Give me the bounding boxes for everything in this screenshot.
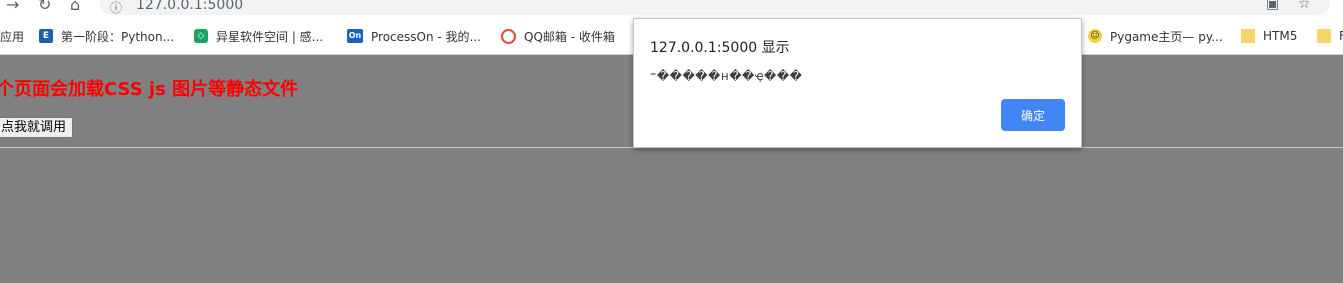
translate-icon[interactable]: ▣ bbox=[1266, 0, 1279, 12]
processon-icon: On bbox=[347, 29, 363, 43]
folder-icon bbox=[1241, 29, 1255, 43]
bookmark-label: 第一阶段：Python... bbox=[61, 29, 175, 44]
alert-dialog: 127.0.0.1:5000 显示 ⁼�����н��ҿ��� 确定 bbox=[633, 18, 1082, 148]
bookmark-e-icon: E bbox=[39, 29, 53, 43]
dialog-message: ⁼�����н��ҿ��� bbox=[650, 69, 803, 83]
bookmark-processon[interactable]: On ProcessOn - 我的... bbox=[347, 27, 481, 45]
bookmark-python-stage[interactable]: E 第一阶段：Python... bbox=[39, 27, 174, 45]
qqmail-icon bbox=[501, 28, 516, 44]
bookmark-qqmail[interactable]: QQ邮箱 - 收件箱 bbox=[501, 27, 615, 45]
call-button[interactable]: 点我就调用 bbox=[0, 117, 74, 138]
browser-toolbar: → ↻ ⌂ ⓘ 127.0.0.1:5000 ▣ ☆ bbox=[0, 0, 1343, 17]
address-url[interactable]: 127.0.0.1:5000 bbox=[136, 0, 243, 13]
page-heading: 个页面会加载CSS js 图片等静态文件 bbox=[0, 79, 299, 100]
bookmark-yixing[interactable]: ◇ 异星软件空间 | 感... bbox=[194, 27, 323, 45]
info-icon[interactable]: ⓘ bbox=[110, 0, 122, 16]
folder-icon bbox=[1317, 29, 1331, 43]
bookmark-shield-icon: ◇ bbox=[194, 29, 208, 43]
bookmark-apps[interactable]: 应用 bbox=[0, 27, 24, 45]
bookmark-label: HTM5 bbox=[1263, 29, 1298, 43]
bookmark-label: F bbox=[1339, 29, 1343, 43]
bookmark-label: Pygame主页— py... bbox=[1110, 29, 1223, 44]
forward-arrow-icon[interactable]: → bbox=[6, 0, 19, 14]
bookmark-folder-htm5[interactable]: HTM5 bbox=[1241, 27, 1297, 45]
pygame-icon: ☺ bbox=[1088, 29, 1102, 43]
bookmark-label: 应用 bbox=[0, 29, 25, 44]
address-bar[interactable]: ⓘ 127.0.0.1:5000 bbox=[100, 0, 1330, 15]
dialog-title: 127.0.0.1:5000 显示 bbox=[650, 40, 790, 56]
home-icon[interactable]: ⌂ bbox=[70, 0, 80, 14]
ok-button[interactable]: 确定 bbox=[1001, 99, 1065, 131]
bookmark-label: QQ邮箱 - 收件箱 bbox=[524, 29, 615, 44]
bookmark-folder-f[interactable]: F bbox=[1317, 27, 1343, 45]
reload-icon[interactable]: ↻ bbox=[38, 0, 51, 14]
star-icon[interactable]: ☆ bbox=[1298, 0, 1311, 12]
bookmark-label: 异星软件空间 | 感... bbox=[216, 29, 324, 44]
bookmark-pygame[interactable]: ☺ Pygame主页— py... bbox=[1088, 27, 1223, 45]
bookmark-label: ProcessOn - 我的... bbox=[371, 29, 481, 44]
